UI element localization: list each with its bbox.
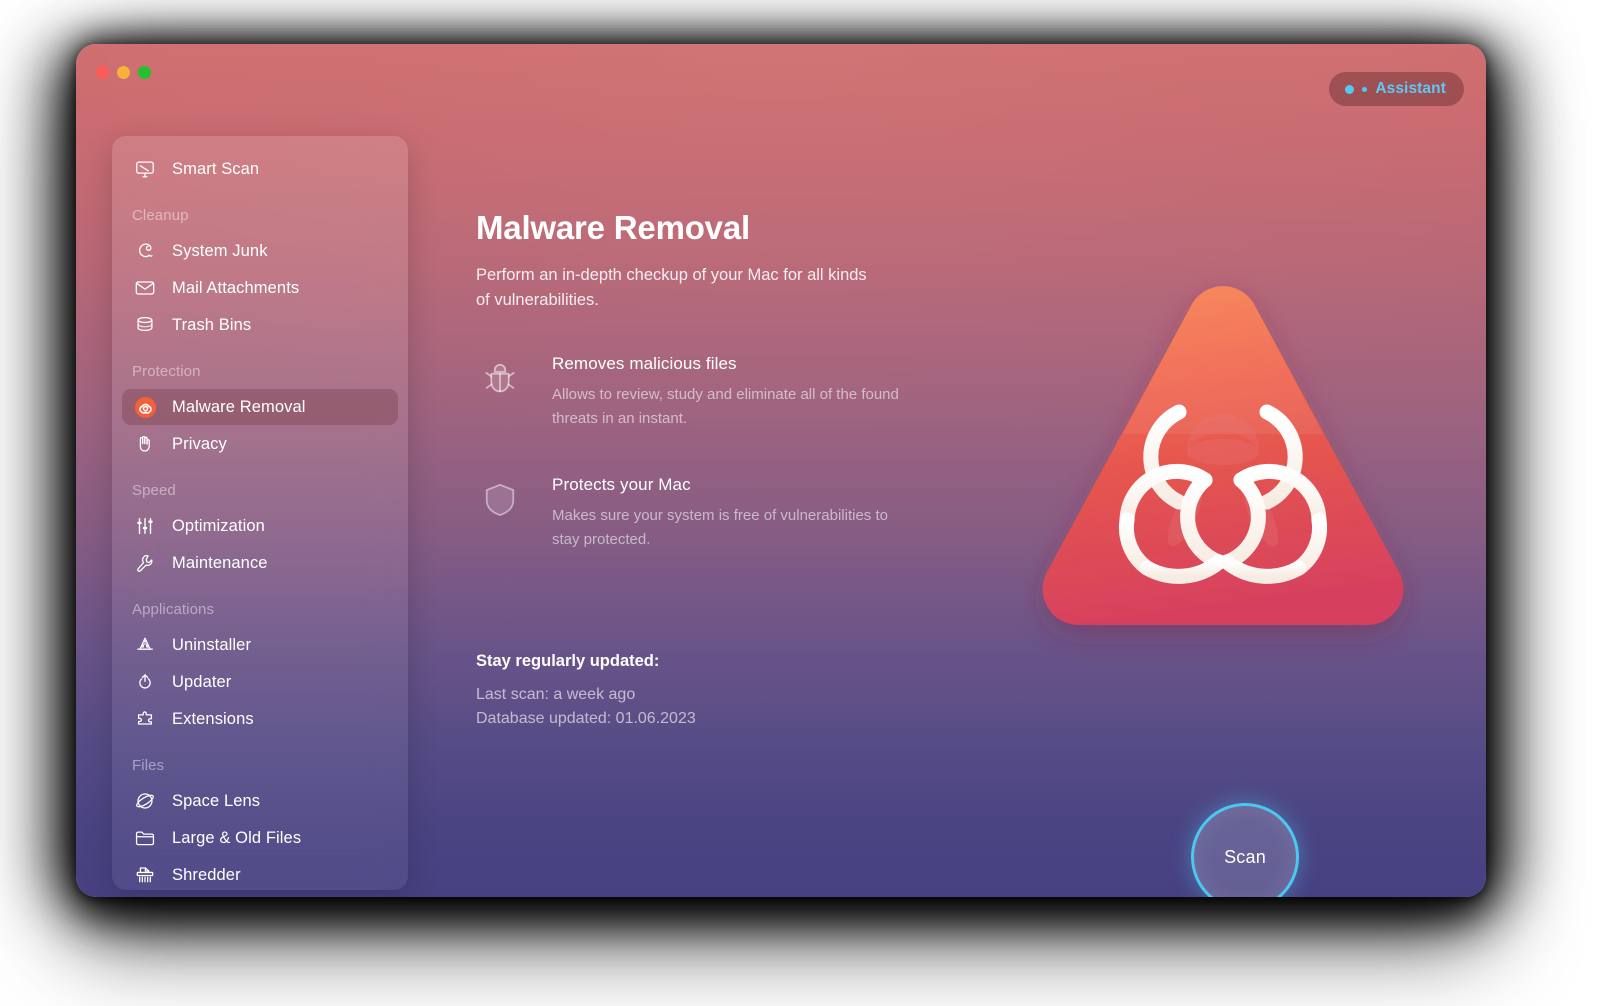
sliders-icon bbox=[132, 513, 158, 539]
page-title: Malware Removal bbox=[476, 209, 750, 246]
sidebar-item-label: Extensions bbox=[172, 709, 254, 728]
sidebar-item-updater[interactable]: Updater bbox=[122, 664, 398, 700]
folder-icon bbox=[132, 825, 158, 851]
sidebar-item-label: System Junk bbox=[172, 241, 268, 260]
feature-title: Removes malicious files bbox=[552, 354, 737, 373]
sidebar-item-label: Updater bbox=[172, 672, 232, 691]
sidebar-item-extensions[interactable]: Extensions bbox=[122, 701, 398, 737]
status-block: Stay regularly updated: Last scan: a wee… bbox=[476, 652, 696, 731]
sidebar-item-smart-scan[interactable]: Smart Scan bbox=[122, 151, 398, 187]
hand-stop-icon bbox=[132, 431, 158, 457]
traffic-lights bbox=[96, 66, 151, 79]
maximize-window-button[interactable] bbox=[138, 66, 151, 79]
status-last-scan: Last scan: a week ago bbox=[476, 686, 636, 703]
sidebar-item-malware-removal[interactable]: Malware Removal bbox=[122, 389, 398, 425]
sidebar-item-label: Malware Removal bbox=[172, 397, 306, 416]
sidebar-item-label: Mail Attachments bbox=[172, 278, 300, 297]
sidebar-item-label: Optimization bbox=[172, 516, 265, 535]
minimize-window-button[interactable] bbox=[117, 66, 130, 79]
sidebar: Smart Scan Cleanup System Junk Mail Atta… bbox=[112, 136, 408, 890]
sidebar-item-label: Trash Bins bbox=[172, 315, 252, 334]
sidebar-item-space-lens[interactable]: Space Lens bbox=[122, 783, 398, 819]
feature-text: Protects your Mac Makes sure your system… bbox=[552, 475, 912, 552]
scan-button[interactable]: Scan bbox=[1191, 803, 1299, 897]
sidebar-item-label: Large & Old Files bbox=[172, 828, 302, 847]
sidebar-item-system-junk[interactable]: System Junk bbox=[122, 233, 398, 269]
sidebar-group-protection: Protection bbox=[132, 363, 201, 380]
sidebar-item-large-and-old-files[interactable]: Large & Old Files bbox=[122, 820, 398, 856]
close-window-button[interactable] bbox=[96, 66, 109, 79]
desktop-backdrop: Assistant Smart Scan Cleanup System Junk… bbox=[0, 0, 1600, 1006]
sidebar-item-trash-bins[interactable]: Trash Bins bbox=[122, 307, 398, 343]
display-scan-icon bbox=[132, 156, 158, 182]
envelope-icon bbox=[132, 275, 158, 301]
sidebar-item-label: Privacy bbox=[172, 434, 227, 453]
broom-icon bbox=[132, 238, 158, 264]
sidebar-item-maintenance[interactable]: Maintenance bbox=[122, 545, 398, 581]
sidebar-item-shredder[interactable]: Shredder bbox=[122, 857, 398, 890]
bug-icon bbox=[476, 354, 524, 431]
space-lens-icon bbox=[132, 788, 158, 814]
assistant-label: Assistant bbox=[1375, 80, 1446, 97]
wrench-icon bbox=[132, 550, 158, 576]
sidebar-group-cleanup: Cleanup bbox=[132, 207, 189, 224]
sidebar-item-optimization[interactable]: Optimization bbox=[122, 508, 398, 544]
trash-bin-icon bbox=[132, 312, 158, 338]
status-database-updated: Database updated: 01.06.2023 bbox=[476, 710, 696, 727]
sidebar-item-label: Space Lens bbox=[172, 791, 261, 810]
two-dots-icon bbox=[1345, 84, 1355, 94]
sidebar-item-label: Maintenance bbox=[172, 553, 268, 572]
app-window: Assistant Smart Scan Cleanup System Junk… bbox=[76, 44, 1486, 897]
assistant-button[interactable]: Assistant bbox=[1329, 72, 1464, 106]
sidebar-item-label: Shredder bbox=[172, 865, 241, 884]
sidebar-item-label: Uninstaller bbox=[172, 635, 252, 654]
sidebar-item-privacy[interactable]: Privacy bbox=[122, 426, 398, 462]
sidebar-item-mail-attachments[interactable]: Mail Attachments bbox=[122, 270, 398, 306]
feature-item: Protects your Mac Makes sure your system… bbox=[476, 475, 946, 552]
feature-description: Makes sure your system is free of vulner… bbox=[552, 507, 888, 548]
sidebar-group-files: Files bbox=[132, 757, 165, 774]
biohazard-triangle-illustration bbox=[1023, 274, 1423, 674]
feature-list: Removes malicious files Allows to review… bbox=[476, 354, 946, 596]
page-subtitle: Perform an in-depth checkup of your Mac … bbox=[476, 266, 867, 309]
biohazard-icon bbox=[132, 394, 158, 420]
main-content: Malware Removal Perform an in-depth chec… bbox=[408, 44, 1486, 897]
uninstaller-icon bbox=[132, 632, 158, 658]
sidebar-item-label: Smart Scan bbox=[172, 159, 260, 178]
two-dots-icon-small bbox=[1362, 86, 1368, 92]
feature-item: Removes malicious files Allows to review… bbox=[476, 354, 946, 431]
sidebar-item-uninstaller[interactable]: Uninstaller bbox=[122, 627, 398, 663]
shredder-icon bbox=[132, 862, 158, 888]
feature-title: Protects your Mac bbox=[552, 475, 691, 494]
shield-icon bbox=[476, 475, 524, 552]
status-heading: Stay regularly updated: bbox=[476, 652, 660, 670]
refresh-arrow-icon bbox=[132, 669, 158, 695]
sidebar-group-applications: Applications bbox=[132, 601, 215, 618]
sidebar-group-speed: Speed bbox=[132, 482, 176, 499]
feature-text: Removes malicious files Allows to review… bbox=[552, 354, 912, 431]
puzzle-piece-icon bbox=[132, 706, 158, 732]
feature-description: Allows to review, study and eliminate al… bbox=[552, 386, 899, 427]
scan-button-label: Scan bbox=[1224, 846, 1266, 867]
